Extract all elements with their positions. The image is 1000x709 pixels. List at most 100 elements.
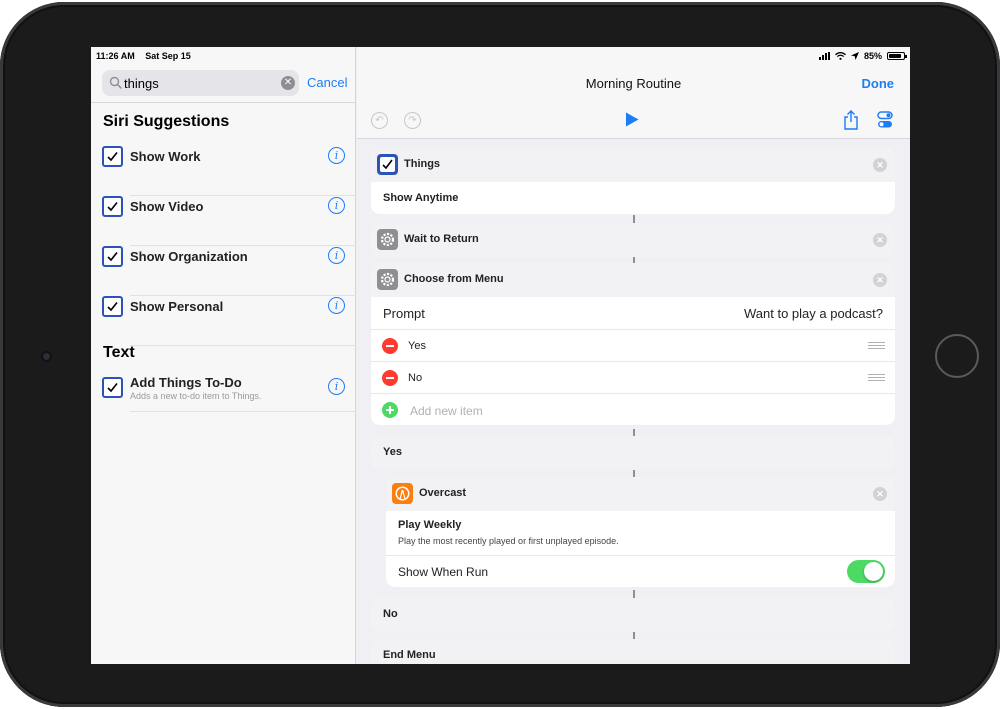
remove-action-icon[interactable]: ✕ (873, 158, 887, 172)
card-header: Things ✕ (371, 148, 895, 182)
remove-action-icon[interactable]: ✕ (873, 233, 887, 247)
show-when-run-toggle[interactable] (847, 560, 885, 583)
list-item[interactable]: Show Organization i (102, 246, 356, 296)
row-separator (130, 345, 356, 346)
search-row: things ✕ Cancel (102, 70, 352, 96)
no-branch-card[interactable]: No (371, 598, 895, 632)
remove-action-icon[interactable]: ✕ (873, 487, 887, 501)
card-header: No (371, 598, 895, 632)
branch-label: End Menu (383, 649, 436, 661)
checkbox-icon (102, 196, 123, 217)
overcast-action-card[interactable]: Overcast ✕ Play Weekly Play the most rec… (386, 477, 895, 587)
wifi-icon (835, 52, 846, 60)
branch-label: Yes (383, 446, 402, 458)
prompt-label: Prompt (383, 306, 425, 321)
overcast-app-icon (392, 483, 413, 504)
things-app-icon (377, 154, 398, 175)
add-item-icon[interactable] (382, 402, 398, 418)
battery-percent: 85% (863, 51, 882, 61)
checkbox-icon (102, 296, 123, 317)
remove-action-icon[interactable]: ✕ (873, 273, 887, 287)
home-button[interactable] (935, 334, 979, 378)
branch-label: No (383, 608, 398, 620)
menu-item-row[interactable]: Yes (371, 329, 895, 361)
yes-branch-card[interactable]: Yes (371, 436, 895, 470)
show-when-run-label: Show When Run (398, 565, 489, 579)
parameter-row[interactable]: Show Anytime (371, 182, 895, 214)
reorder-handle-icon[interactable] (868, 342, 885, 349)
card-header: End Menu (371, 639, 895, 664)
page-title: Morning Routine (585, 76, 682, 91)
add-item-placeholder[interactable]: Add new item (410, 404, 483, 418)
battery-icon (887, 52, 907, 60)
gear-icon (377, 229, 398, 250)
item-label: Show Work (130, 149, 201, 164)
flow-connector (633, 215, 635, 223)
settings-toggles-icon[interactable] (877, 111, 893, 129)
things-action-card[interactable]: Things ✕ Show Anytime (371, 148, 895, 214)
list-item[interactable]: Show Personal i (102, 296, 356, 346)
wait-to-return-card[interactable]: Wait to Return ✕ (371, 223, 895, 257)
prompt-value[interactable]: Want to play a podcast? (744, 306, 883, 321)
clear-search-icon[interactable]: ✕ (281, 76, 295, 90)
item-label: Show Video (130, 199, 204, 214)
card-header: Overcast ✕ (386, 477, 895, 511)
info-icon[interactable]: i (328, 247, 345, 264)
end-menu-card[interactable]: End Menu (371, 639, 895, 664)
redo-icon[interactable]: ↷ (404, 112, 421, 129)
list-item[interactable]: Show Work i (102, 146, 356, 196)
search-input[interactable]: things ✕ (102, 70, 299, 96)
add-item-row[interactable]: Add new item (371, 393, 895, 425)
delete-item-icon[interactable] (382, 370, 398, 386)
flow-connector (633, 590, 635, 598)
share-icon[interactable] (843, 110, 859, 130)
status-bar: 11:26 AM Sat Sep 15 85% (91, 47, 910, 65)
search-query: things (124, 76, 159, 91)
info-icon[interactable]: i (328, 197, 345, 214)
item-label: Show Organization (130, 249, 248, 264)
checkbox-icon (102, 377, 123, 398)
item-label: Add Things To-Do (130, 375, 242, 390)
card-header: Choose from Menu ✕ (371, 263, 895, 297)
siri-suggestions-heading: Siri Suggestions (103, 113, 230, 130)
card-title: Wait to Return (404, 233, 479, 245)
reorder-handle-icon[interactable] (868, 374, 885, 381)
delete-item-icon[interactable] (382, 338, 398, 354)
item-label: Show Personal (130, 299, 224, 314)
gear-icon (377, 269, 398, 290)
menu-item-row[interactable]: No (371, 361, 895, 393)
show-when-run-row[interactable]: Show When Run (386, 555, 895, 587)
location-icon (850, 52, 859, 60)
status-time: 11:26 AM (96, 51, 135, 61)
info-icon[interactable]: i (328, 297, 345, 314)
menu-item-label[interactable]: Yes (408, 340, 426, 352)
card-header: Yes (371, 436, 895, 470)
card-header: Wait to Return ✕ (371, 223, 895, 257)
cellular-signal-icon (818, 52, 830, 60)
card-title: Things (404, 158, 441, 170)
item-subtitle: Adds a new to-do item to Things. (130, 391, 262, 401)
sidebar-divider (91, 102, 356, 103)
parameter-value: Show Anytime (383, 192, 459, 204)
checkbox-icon (102, 146, 123, 167)
list-item[interactable]: Add Things To-Do Adds a new to-do item t… (102, 375, 356, 412)
screen: 11:26 AM Sat Sep 15 85% things ✕ Cancel … (91, 47, 910, 664)
checkbox-icon (102, 246, 123, 267)
play-icon[interactable] (625, 112, 639, 127)
info-icon[interactable]: i (328, 147, 345, 164)
undo-icon[interactable]: ↶ (371, 112, 388, 129)
parameter-row[interactable]: Play Weekly Play the most recently playe… (386, 511, 895, 555)
cancel-button[interactable]: Cancel (307, 75, 347, 90)
action-sidebar: things ✕ Cancel Siri Suggestions Show Wo… (91, 47, 356, 664)
info-icon[interactable]: i (328, 378, 345, 395)
search-icon (109, 76, 122, 89)
menu-item-label[interactable]: No (408, 372, 422, 384)
choose-from-menu-card[interactable]: Choose from Menu ✕ Prompt Want to play a… (371, 263, 895, 425)
text-heading: Text (103, 344, 135, 361)
row-separator (130, 411, 356, 412)
card-title: Choose from Menu (404, 273, 504, 285)
prompt-row[interactable]: Prompt Want to play a podcast? (371, 297, 895, 329)
shortcut-editor: Morning Routine Done ↶ ↷ Things ✕ Show A… (357, 47, 910, 664)
done-button[interactable]: Done (862, 76, 895, 91)
list-item[interactable]: Show Video i (102, 196, 356, 246)
